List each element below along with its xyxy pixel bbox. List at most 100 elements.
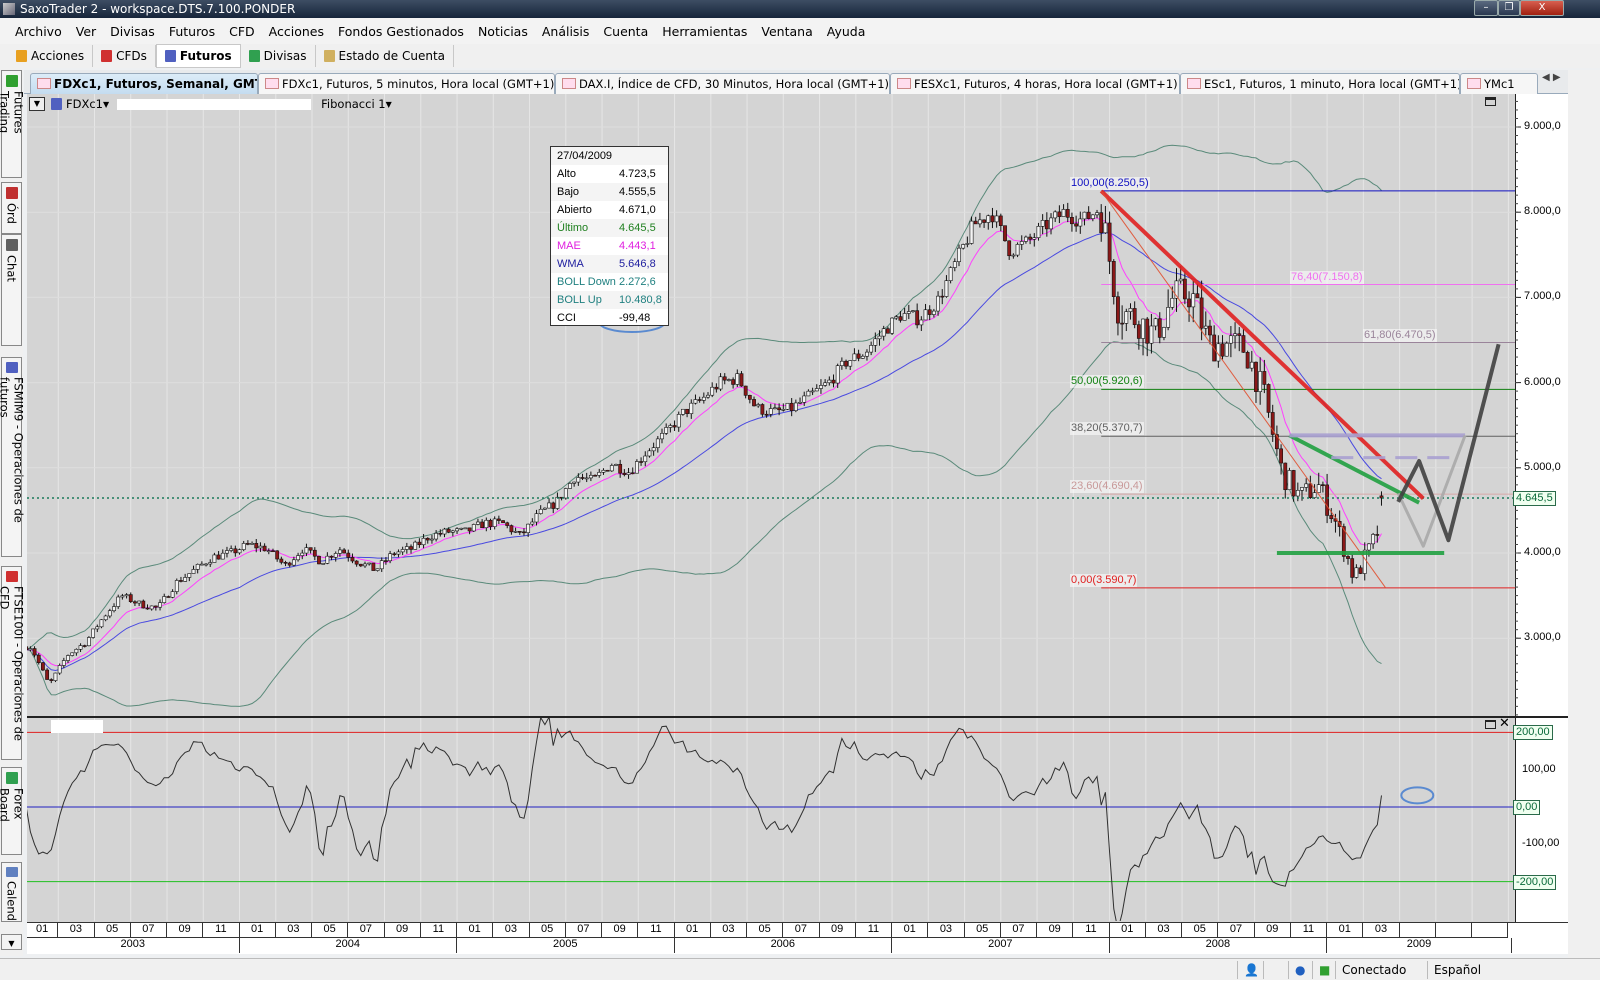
candle: [413, 540, 418, 550]
candle-body-up: [576, 477, 581, 483]
candle-body-up: [923, 309, 928, 321]
candle-body-down: [1375, 534, 1380, 536]
candle: [1124, 308, 1129, 332]
candle: [195, 563, 200, 574]
info-label: Abierto: [557, 204, 592, 216]
candle-body-up: [208, 562, 213, 565]
candle-body-down: [384, 560, 388, 562]
cci-tick-label: 0,00: [1513, 800, 1541, 815]
close-panel-icon[interactable]: ✕: [1499, 716, 1510, 731]
maximize-panel-icon[interactable]: [1485, 720, 1496, 729]
candle: [823, 379, 828, 387]
candle-body-up: [635, 461, 639, 474]
candle: [1283, 462, 1288, 499]
candle: [948, 266, 953, 284]
info-value: 4.443,1: [619, 240, 656, 252]
candle-body-up: [149, 605, 154, 610]
chart-menu-button[interactable]: ▼: [29, 97, 45, 111]
study-selector[interactable]: Fibonacci 1: [321, 97, 385, 111]
candle-body-up: [1170, 297, 1175, 308]
candle-body-up: [1019, 241, 1024, 245]
candle-body-up: [710, 386, 715, 396]
price-tick-label: 6.000,0: [1524, 375, 1561, 388]
candle: [760, 403, 765, 417]
candle-body-up: [555, 496, 560, 509]
candle: [225, 546, 229, 558]
candle: [505, 521, 510, 529]
user-icon[interactable]: 👤: [1237, 961, 1263, 979]
candle-body-down: [346, 552, 351, 558]
candle: [1141, 318, 1145, 356]
candle: [162, 593, 167, 604]
candle-body-down: [358, 563, 363, 567]
candle: [584, 472, 589, 483]
candle-body-down: [1070, 217, 1074, 225]
candle-body-up: [530, 521, 535, 525]
info-label: MAE: [557, 240, 581, 252]
candle-body-down: [982, 219, 986, 223]
candle-body-down: [927, 309, 932, 315]
candle-body-up: [492, 518, 497, 527]
candle: [1149, 313, 1154, 354]
candle-body-down: [425, 537, 430, 541]
network-icon: ●: [1288, 961, 1312, 979]
candle-body-down: [133, 601, 137, 604]
symbol-input[interactable]: [117, 98, 312, 110]
candle: [568, 482, 572, 489]
candle-body-down: [722, 376, 727, 381]
candle-body-down: [593, 474, 597, 477]
candle-body-up: [542, 507, 547, 510]
info-value: -99,48: [619, 312, 651, 324]
candle: [1228, 326, 1233, 358]
chevron-down-icon[interactable]: ▼: [386, 100, 392, 109]
candle-body-up: [1141, 318, 1145, 339]
candle-body-down: [488, 519, 493, 527]
candle-body-up: [1061, 209, 1066, 217]
info-value: 4.555,5: [619, 186, 656, 198]
candle: [630, 467, 635, 475]
candle-body-up: [601, 469, 606, 473]
candle: [844, 359, 848, 370]
candle-body-down: [1187, 298, 1191, 308]
candle: [718, 373, 723, 392]
chevron-down-icon[interactable]: ▼: [103, 100, 109, 109]
price-tick-label: 4.000,0: [1524, 546, 1561, 558]
candle: [1074, 215, 1079, 232]
candle-body-up: [823, 382, 828, 386]
candle-body-up: [894, 316, 899, 319]
candle-body-up: [588, 474, 593, 479]
fib-level-label: 38,20(5.370,7): [1070, 422, 1144, 436]
candle-body-up: [1203, 325, 1208, 329]
language-status[interactable]: Español: [1427, 961, 1567, 979]
candle-body-up: [1024, 236, 1028, 242]
candle-body-up: [1166, 307, 1171, 328]
symbol-selector[interactable]: FDXc1: [66, 97, 103, 111]
candle-body-down: [1145, 318, 1150, 344]
chart-canvas: [27, 94, 1568, 921]
candle: [1099, 204, 1104, 242]
candle-body-up: [727, 379, 731, 381]
candle-body-up: [919, 319, 924, 326]
candle: [279, 556, 284, 565]
candle-body-up: [1153, 318, 1158, 327]
candle-body-up: [1015, 244, 1020, 256]
connection-status: Conectado: [1335, 961, 1427, 979]
candle: [1132, 301, 1137, 329]
candle-body-up: [363, 563, 367, 567]
candle: [258, 542, 263, 552]
candle-body-up: [455, 528, 459, 532]
candle-body-down: [342, 549, 346, 554]
candle-body-up: [994, 215, 999, 223]
candle-body-up: [693, 399, 698, 404]
candle: [1308, 475, 1313, 499]
candle-body-up: [237, 549, 242, 554]
candle: [798, 397, 802, 405]
candle-body-down: [1321, 484, 1325, 486]
fib-level-label: 0,00(3.590,7): [1070, 573, 1138, 587]
candle: [588, 471, 593, 482]
candle-body-down: [739, 373, 744, 387]
candle: [655, 436, 660, 453]
candle: [371, 562, 376, 571]
maximize-panel-icon[interactable]: [1485, 97, 1496, 106]
candle: [1258, 357, 1263, 405]
